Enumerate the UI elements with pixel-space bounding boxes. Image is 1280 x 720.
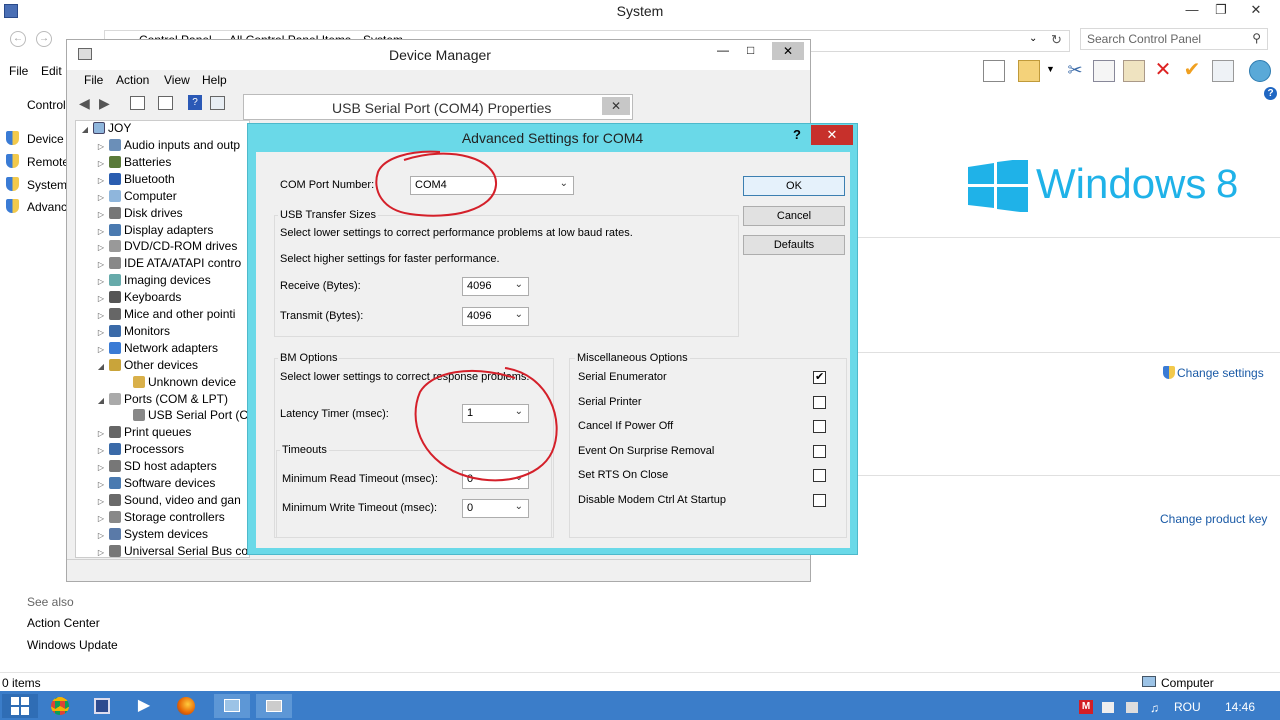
save-app-icon[interactable] [84,694,120,718]
chrome-icon[interactable] [42,694,78,718]
media-app-icon[interactable]: ▶ [126,694,162,718]
language-indicator[interactable]: ROU [1174,700,1201,714]
flag-tray-icon[interactable] [1102,702,1114,713]
clock[interactable]: 14:46 [1225,700,1255,714]
annotation-circle-com-port [375,150,498,217]
network-tray-icon[interactable] [1126,702,1138,713]
device-manager-task-icon[interactable] [256,694,292,718]
antivirus-tray-icon[interactable]: M [1079,700,1093,714]
system-app-icon[interactable] [214,694,250,718]
annotation-overlay [375,150,558,482]
volume-tray-icon[interactable]: ♫ [1150,701,1159,715]
firefox-icon[interactable] [168,694,204,718]
start-button[interactable] [2,694,38,718]
annotation-circle-latency [414,367,558,482]
